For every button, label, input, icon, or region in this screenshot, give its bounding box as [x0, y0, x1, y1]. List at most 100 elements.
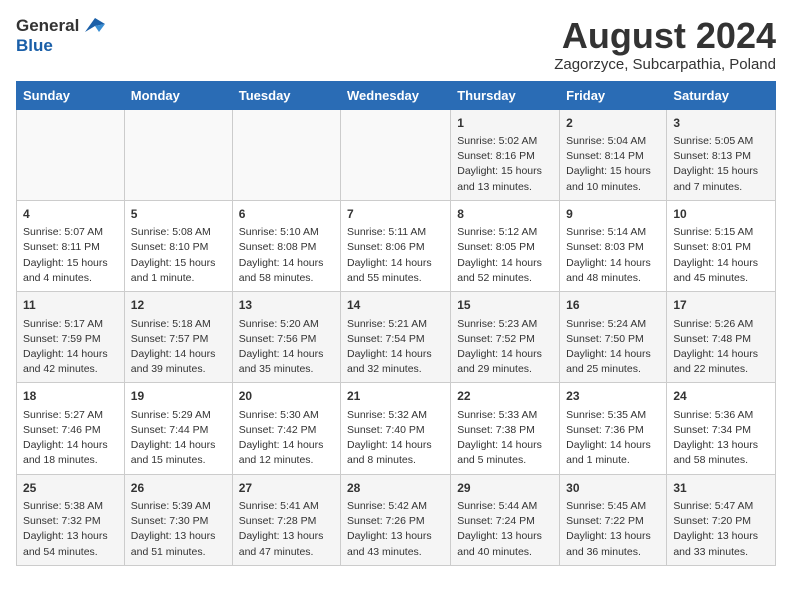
cell-1-6: 2Sunrise: 5:04 AMSunset: 8:14 PMDaylight…	[560, 109, 667, 200]
cell-2-7: 10Sunrise: 5:15 AMSunset: 8:01 PMDayligh…	[667, 200, 776, 291]
day-info: Sunset: 8:11 PM	[23, 240, 118, 255]
day-info: and 7 minutes.	[673, 180, 769, 195]
day-info: and 33 minutes.	[673, 545, 769, 560]
day-info: and 48 minutes.	[566, 271, 660, 286]
day-number: 1	[457, 115, 553, 132]
day-info: and 58 minutes.	[239, 271, 334, 286]
cell-2-6: 9Sunrise: 5:14 AMSunset: 8:03 PMDaylight…	[560, 200, 667, 291]
day-info: Daylight: 14 hours	[131, 347, 226, 362]
day-info: Daylight: 14 hours	[457, 347, 553, 362]
cell-1-3	[232, 109, 340, 200]
day-info: Sunset: 7:56 PM	[239, 332, 334, 347]
day-info: Daylight: 13 hours	[239, 529, 334, 544]
day-info: Sunrise: 5:02 AM	[457, 134, 553, 149]
cell-5-6: 30Sunrise: 5:45 AMSunset: 7:22 PMDayligh…	[560, 474, 667, 565]
week-row-2: 4Sunrise: 5:07 AMSunset: 8:11 PMDaylight…	[17, 200, 776, 291]
day-info: Daylight: 14 hours	[673, 347, 769, 362]
cell-3-4: 14Sunrise: 5:21 AMSunset: 7:54 PMDayligh…	[341, 292, 451, 383]
day-info: and 58 minutes.	[673, 453, 769, 468]
day-info: Sunrise: 5:08 AM	[131, 225, 226, 240]
day-info: Sunset: 7:57 PM	[131, 332, 226, 347]
day-info: Sunrise: 5:17 AM	[23, 317, 118, 332]
day-info: Sunrise: 5:45 AM	[566, 499, 660, 514]
day-info: Daylight: 15 hours	[131, 256, 226, 271]
day-info: Sunrise: 5:24 AM	[566, 317, 660, 332]
day-info: Sunset: 7:30 PM	[131, 514, 226, 529]
day-info: and 39 minutes.	[131, 362, 226, 377]
calendar-table: SundayMondayTuesdayWednesdayThursdayFrid…	[16, 81, 776, 566]
day-number: 5	[131, 206, 226, 223]
day-number: 19	[131, 388, 226, 405]
header-monday: Monday	[124, 81, 232, 109]
day-info: Sunrise: 5:47 AM	[673, 499, 769, 514]
day-info: and 13 minutes.	[457, 180, 553, 195]
day-info: and 5 minutes.	[457, 453, 553, 468]
logo-bird-icon	[83, 16, 105, 34]
day-info: Sunrise: 5:14 AM	[566, 225, 660, 240]
cell-5-5: 29Sunrise: 5:44 AMSunset: 7:24 PMDayligh…	[451, 474, 560, 565]
day-number: 26	[131, 480, 226, 497]
cell-2-3: 6Sunrise: 5:10 AMSunset: 8:08 PMDaylight…	[232, 200, 340, 291]
day-number: 29	[457, 480, 553, 497]
day-info: Daylight: 13 hours	[23, 529, 118, 544]
day-info: Daylight: 14 hours	[239, 347, 334, 362]
day-info: Sunrise: 5:23 AM	[457, 317, 553, 332]
day-info: Daylight: 14 hours	[131, 438, 226, 453]
day-info: Daylight: 14 hours	[239, 438, 334, 453]
day-info: and 45 minutes.	[673, 271, 769, 286]
day-info: Sunrise: 5:41 AM	[239, 499, 334, 514]
header-saturday: Saturday	[667, 81, 776, 109]
day-info: Daylight: 14 hours	[566, 256, 660, 271]
header-wednesday: Wednesday	[341, 81, 451, 109]
day-info: and 54 minutes.	[23, 545, 118, 560]
day-info: Daylight: 14 hours	[23, 438, 118, 453]
logo-general-text: General	[16, 16, 79, 36]
day-info: Sunset: 7:44 PM	[131, 423, 226, 438]
day-info: Sunrise: 5:38 AM	[23, 499, 118, 514]
cell-1-2	[124, 109, 232, 200]
cell-4-3: 20Sunrise: 5:30 AMSunset: 7:42 PMDayligh…	[232, 383, 340, 474]
day-number: 18	[23, 388, 118, 405]
day-info: Sunset: 7:42 PM	[239, 423, 334, 438]
cell-3-7: 17Sunrise: 5:26 AMSunset: 7:48 PMDayligh…	[667, 292, 776, 383]
day-info: Sunrise: 5:30 AM	[239, 408, 334, 423]
day-info: Sunset: 7:34 PM	[673, 423, 769, 438]
cell-4-6: 23Sunrise: 5:35 AMSunset: 7:36 PMDayligh…	[560, 383, 667, 474]
cell-3-6: 16Sunrise: 5:24 AMSunset: 7:50 PMDayligh…	[560, 292, 667, 383]
day-info: Daylight: 14 hours	[566, 347, 660, 362]
day-info: and 25 minutes.	[566, 362, 660, 377]
day-number: 3	[673, 115, 769, 132]
header-thursday: Thursday	[451, 81, 560, 109]
cell-2-2: 5Sunrise: 5:08 AMSunset: 8:10 PMDaylight…	[124, 200, 232, 291]
day-info: Sunrise: 5:27 AM	[23, 408, 118, 423]
day-info: Sunrise: 5:05 AM	[673, 134, 769, 149]
day-info: Sunrise: 5:44 AM	[457, 499, 553, 514]
calendar-subtitle: Zagorzyce, Subcarpathia, Poland	[554, 56, 776, 73]
day-info: Sunrise: 5:32 AM	[347, 408, 444, 423]
cell-3-3: 13Sunrise: 5:20 AMSunset: 7:56 PMDayligh…	[232, 292, 340, 383]
day-number: 8	[457, 206, 553, 223]
day-info: Sunset: 7:52 PM	[457, 332, 553, 347]
cell-3-2: 12Sunrise: 5:18 AMSunset: 7:57 PMDayligh…	[124, 292, 232, 383]
calendar-title: August 2024	[554, 16, 776, 56]
cell-1-1	[17, 109, 125, 200]
day-info: and 47 minutes.	[239, 545, 334, 560]
week-row-5: 25Sunrise: 5:38 AMSunset: 7:32 PMDayligh…	[17, 474, 776, 565]
day-info: Sunset: 7:26 PM	[347, 514, 444, 529]
day-number: 7	[347, 206, 444, 223]
day-info: Sunset: 7:24 PM	[457, 514, 553, 529]
day-number: 14	[347, 297, 444, 314]
day-number: 21	[347, 388, 444, 405]
cell-4-4: 21Sunrise: 5:32 AMSunset: 7:40 PMDayligh…	[341, 383, 451, 474]
day-number: 15	[457, 297, 553, 314]
day-info: Daylight: 15 hours	[566, 164, 660, 179]
day-info: Sunset: 8:08 PM	[239, 240, 334, 255]
cell-5-7: 31Sunrise: 5:47 AMSunset: 7:20 PMDayligh…	[667, 474, 776, 565]
day-info: and 4 minutes.	[23, 271, 118, 286]
day-info: and 42 minutes.	[23, 362, 118, 377]
logo: General Blue	[16, 16, 105, 56]
day-info: Sunset: 8:16 PM	[457, 149, 553, 164]
day-info: Sunrise: 5:29 AM	[131, 408, 226, 423]
cell-1-5: 1Sunrise: 5:02 AMSunset: 8:16 PMDaylight…	[451, 109, 560, 200]
cell-4-2: 19 Sunrise: 5:29 AMSunset: 7:44 PMDayligh…	[124, 383, 232, 474]
